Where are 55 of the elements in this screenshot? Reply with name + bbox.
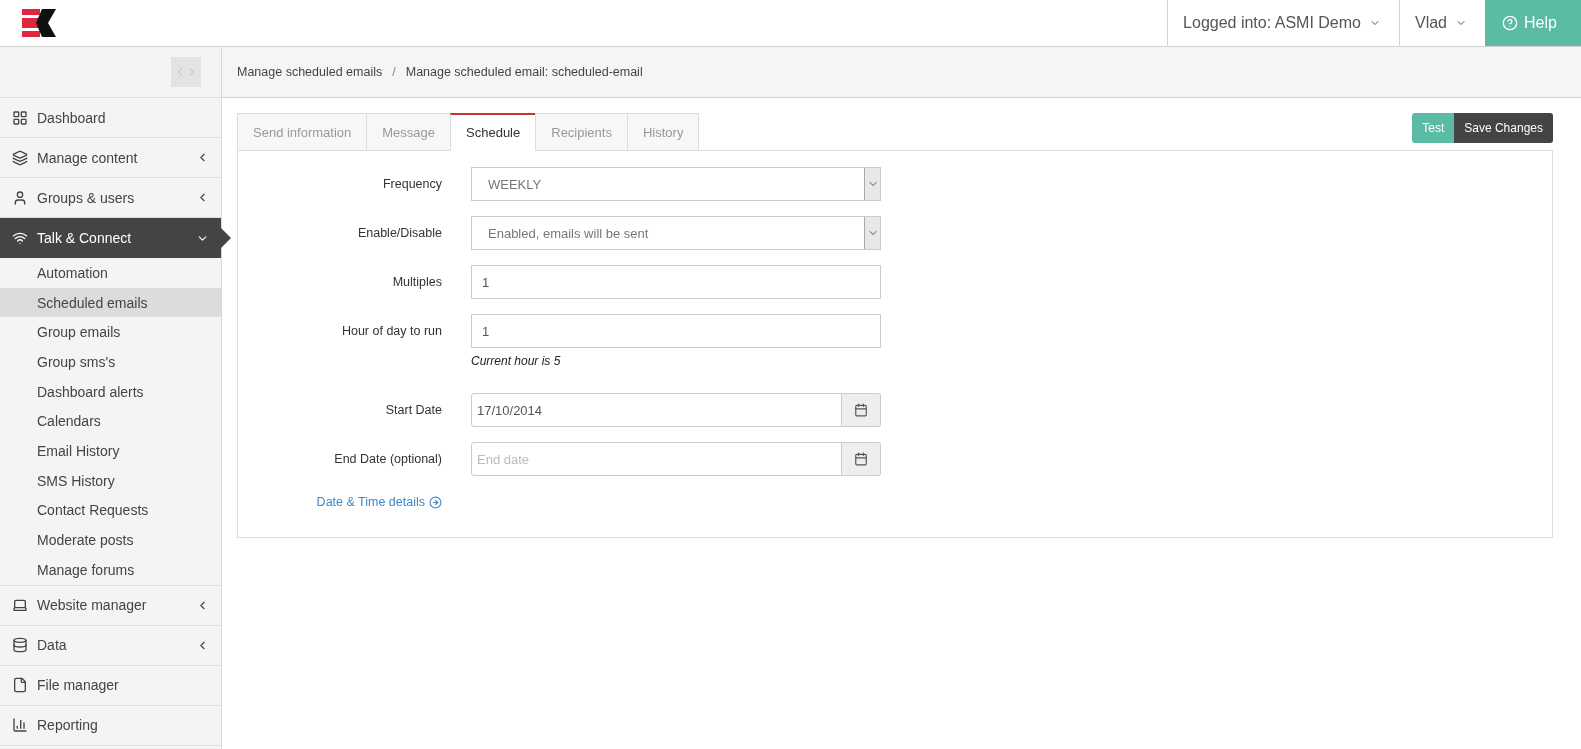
- bar-chart-icon: [12, 717, 28, 734]
- calendar-button[interactable]: [842, 393, 881, 427]
- user-icon: [12, 189, 28, 206]
- calendar-button[interactable]: [842, 442, 881, 476]
- input-field[interactable]: 1: [471, 265, 881, 299]
- pointer-arrow: [221, 228, 231, 248]
- breadcrumb-item[interactable]: Manage scheduled emails: [237, 65, 383, 79]
- details-link[interactable]: Date & Time details: [316, 495, 442, 509]
- arrow-circle-icon: [429, 495, 442, 509]
- sidebar-subitem[interactable]: Contact Requests: [0, 495, 221, 526]
- field-label: End Date (optional): [333, 451, 442, 468]
- tab[interactable]: Schedule: [450, 113, 537, 151]
- layers-icon: [12, 149, 28, 166]
- sidebar-subitem[interactable]: Moderate posts: [0, 525, 221, 555]
- help-icon: [1502, 15, 1518, 31]
- sidebar-subitem[interactable]: Calendars: [0, 406, 221, 437]
- sidebar-item[interactable]: Manage content: [0, 138, 221, 178]
- sidebar-item[interactable]: Talk & Connect: [0, 218, 221, 258]
- database-icon: [12, 637, 28, 654]
- sidebar-item[interactable]: Dashboard: [0, 98, 221, 138]
- breadcrumb-separator: /: [392, 65, 396, 79]
- wifi-icon: [12, 230, 28, 246]
- laptop-icon: [12, 597, 28, 614]
- sidebar-subitem[interactable]: Email History: [0, 436, 221, 466]
- file-icon: [12, 677, 28, 694]
- sidebar-subitem[interactable]: Group emails: [0, 317, 221, 348]
- field-label: Frequency: [381, 176, 442, 193]
- date-field[interactable]: End date: [471, 442, 842, 476]
- sidebar-subitem[interactable]: Automation: [0, 258, 221, 288]
- sidebar-subitem[interactable]: Group sms's: [0, 347, 221, 377]
- field-label: Enable/Disable: [356, 225, 442, 242]
- sidebar-subitem[interactable]: SMS History: [0, 465, 221, 496]
- calendar-icon: [854, 452, 868, 466]
- field-label: Multiples: [391, 274, 442, 291]
- grid-icon: [12, 109, 28, 126]
- help-text: Current hour is 5: [471, 354, 562, 368]
- save-button[interactable]: Save Changes: [1454, 113, 1553, 143]
- field-label: Start Date: [384, 402, 442, 419]
- sidebar-item[interactable]: Reporting: [0, 705, 221, 746]
- sidebar-subitem[interactable]: Scheduled emails: [0, 287, 221, 318]
- field-label: Hour of day to run: [340, 323, 442, 340]
- sidebar-item[interactable]: Website manager: [0, 585, 221, 626]
- calendar-icon: [854, 403, 868, 417]
- sidebar-item[interactable]: Data: [0, 625, 221, 666]
- sidebar-item[interactable]: File manager: [0, 665, 221, 706]
- sidebar-subitem[interactable]: Manage forums: [0, 554, 221, 585]
- input-field[interactable]: 1: [471, 314, 881, 348]
- logo: [22, 9, 56, 37]
- account-menu[interactable]: Logged into: ASMI Demo: [1167, 0, 1399, 46]
- sidebar-subitem[interactable]: Dashboard alerts: [0, 376, 221, 407]
- breadcrumb-item: Manage scheduled email: scheduled-email: [405, 65, 643, 79]
- sidebar-toggle-button[interactable]: [171, 57, 201, 87]
- select-field[interactable]: WEEKLY: [471, 167, 881, 201]
- date-field[interactable]: 17/10/2014: [471, 393, 842, 427]
- select-field[interactable]: Enabled, emails will be sent: [471, 216, 881, 250]
